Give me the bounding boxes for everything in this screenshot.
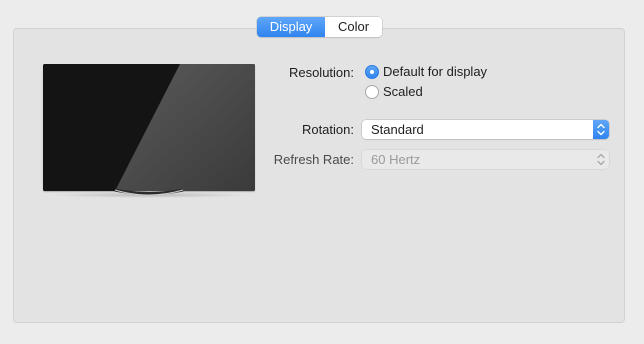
tab-color[interactable]: Color <box>325 17 382 37</box>
refresh-rate-select[interactable]: 60 Hertz <box>362 150 609 169</box>
rotation-label: Rotation: <box>301 122 354 137</box>
refresh-rate-value: 60 Hertz <box>371 152 421 167</box>
resolution-label: Resolution: <box>288 65 354 80</box>
radio-scaled-label: Scaled <box>383 84 423 99</box>
rotation-select[interactable]: Standard <box>362 120 609 139</box>
monitor-stand <box>112 186 186 198</box>
rotation-value: Standard <box>371 122 424 137</box>
refresh-rate-label: Refresh Rate: <box>273 152 354 167</box>
radio-unselected-icon[interactable] <box>365 84 379 99</box>
updown-chevron-icon <box>593 150 609 169</box>
radio-selected-icon[interactable] <box>365 64 379 79</box>
radio-scaled[interactable]: Scaled <box>365 84 423 99</box>
updown-chevron-icon[interactable] <box>593 120 609 139</box>
tab-bar: Display Color <box>257 17 382 37</box>
radio-default-label: Default for display <box>383 64 488 79</box>
display-image <box>43 64 255 191</box>
tab-display[interactable]: Display <box>257 17 325 37</box>
radio-default-for-display[interactable]: Default for display <box>365 64 487 79</box>
